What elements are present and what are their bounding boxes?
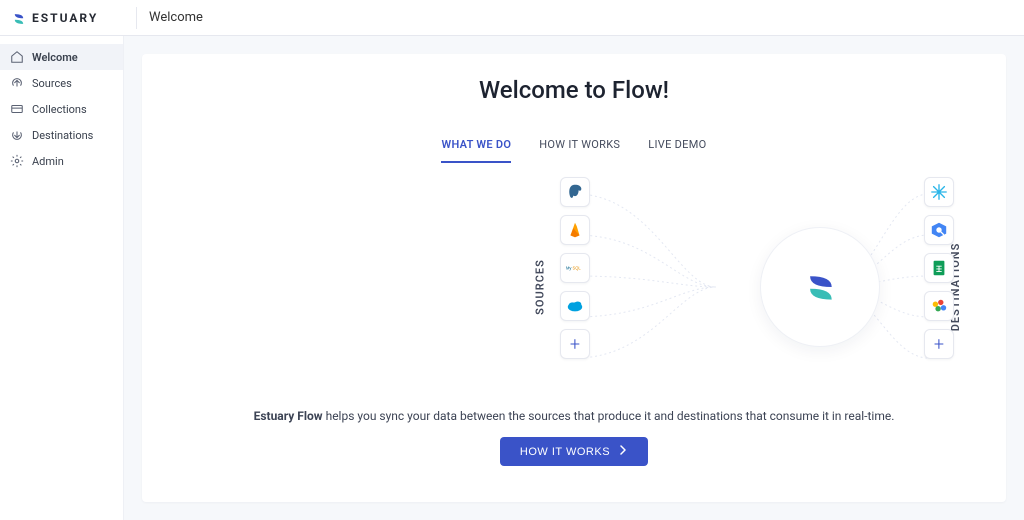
salesforce-icon[interactable] [560,291,590,321]
sidebar-item-label: Admin [32,155,64,168]
tab-live-demo[interactable]: LIVE DEMO [648,132,706,163]
layers-icon [10,102,24,116]
home-icon [10,50,24,64]
topbar: ESTUARY Welcome [0,0,1024,36]
pipeline-figure: SOURCES DESTINATIONS [162,177,986,397]
sidebar-item-label: Destinations [32,129,93,142]
brand-word: ESTUARY [32,11,98,25]
sidebar: Welcome Sources Collections Destinations Adm… [0,36,124,520]
chevron-right-icon [618,445,628,458]
destinations-column: + [924,177,954,359]
welcome-title: Welcome to Flow! [162,76,986,104]
sidebar-item-welcome[interactable]: Welcome [0,44,123,70]
gear-icon [10,154,24,168]
brand-logo[interactable]: ESTUARY [0,0,124,36]
sidebar-item-destinations[interactable]: Destinations [0,122,123,148]
snowflake-icon[interactable] [924,177,954,207]
main-area: Welcome to Flow! WHAT WE DO HOW IT WORKS L… [124,36,1024,520]
mysql-icon[interactable]: MySQL [560,253,590,283]
google-sheets-icon[interactable] [924,253,954,283]
firebase-icon[interactable] [560,215,590,245]
topbar-divider [136,7,137,29]
page-title: Welcome [149,10,203,25]
svg-text:My: My [566,266,572,271]
add-source-icon[interactable]: + [560,329,590,359]
welcome-card: Welcome to Flow! WHAT WE DO HOW IT WORKS L… [142,54,1006,502]
sidebar-item-label: Welcome [32,51,78,64]
welcome-description: Estuary Flow helps you sync your data be… [162,409,986,423]
welcome-description-bold: Estuary Flow [254,409,323,423]
brand-mark-icon [12,11,26,25]
sources-label: SOURCES [533,259,546,315]
postgresql-icon[interactable] [560,177,590,207]
tabs: WHAT WE DO HOW IT WORKS LIVE DEMO [162,132,986,163]
flow-node [760,227,880,347]
sidebar-item-label: Collections [32,103,87,116]
sources-column: MySQL + [560,177,590,359]
sidebar-item-label: Sources [32,77,72,90]
tab-how-it-works[interactable]: HOW IT WORKS [539,132,620,163]
upload-icon [10,76,24,90]
sidebar-item-sources[interactable]: Sources [0,70,123,96]
analytics-icon[interactable] [924,291,954,321]
add-destination-icon[interactable]: + [924,329,954,359]
cta-label: HOW IT WORKS [520,446,610,458]
how-it-works-button[interactable]: HOW IT WORKS [500,437,648,466]
sidebar-item-collections[interactable]: Collections [0,96,123,122]
flow-logo-icon [802,269,838,305]
download-icon [10,128,24,142]
bigquery-icon[interactable] [924,215,954,245]
sidebar-item-admin[interactable]: Admin [0,148,123,174]
welcome-description-rest: helps you sync your data between the sou… [323,409,895,423]
tab-what-we-do[interactable]: WHAT WE DO [441,132,511,163]
svg-text:SQL: SQL [573,266,582,271]
